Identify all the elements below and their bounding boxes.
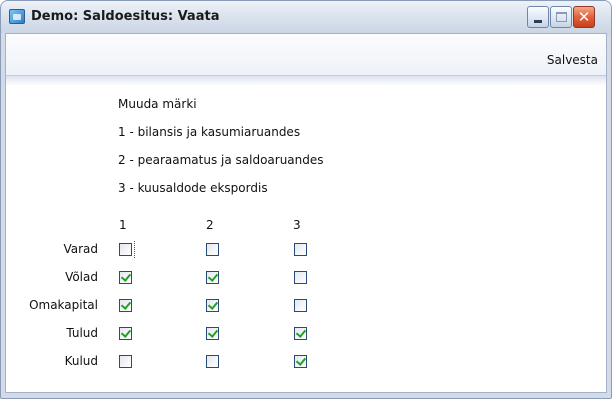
toolbar-divider: [6, 76, 606, 86]
row-label: Omakapital: [29, 298, 98, 312]
checkbox-kulud-1[interactable]: [119, 355, 132, 368]
window-title: Demo: Saldoesitus: Vaata: [31, 9, 220, 24]
toolbar: Salvesta: [6, 34, 606, 76]
checkbox-tulud-3[interactable]: [294, 327, 307, 340]
row-label: Tulud: [66, 326, 98, 340]
row-label: Varad: [63, 242, 98, 256]
save-button[interactable]: Salvesta: [547, 53, 598, 67]
info-line-3: 3 - kuusaldode ekspordis: [118, 181, 268, 195]
client-area: Salvesta Muuda märki 1 - bilansis ja kas…: [5, 33, 607, 393]
app-window: Demo: Saldoesitus: Vaata ✕ Salvesta Muud…: [0, 0, 612, 399]
close-icon: ✕: [577, 8, 591, 26]
column-header-3: 3: [293, 218, 301, 232]
row-label: Kulud: [64, 354, 98, 368]
maximize-icon: [556, 12, 567, 22]
checkbox-varad-1[interactable]: [119, 243, 132, 256]
minimize-icon: [534, 20, 542, 23]
checkbox-võlad-3[interactable]: [294, 271, 307, 284]
checkbox-tulud-2[interactable]: [206, 327, 219, 340]
info-line-1: 1 - bilansis ja kasumiaruandes: [118, 125, 301, 139]
close-button[interactable]: ✕: [573, 6, 595, 28]
checkbox-varad-3[interactable]: [294, 243, 307, 256]
checkbox-omakapital-2[interactable]: [206, 299, 219, 312]
row-label: Võlad: [65, 270, 98, 284]
checkbox-omakapital-1[interactable]: [119, 299, 132, 312]
info-line-2: 2 - pearaamatus ja saldoaruandes: [118, 153, 324, 167]
checkbox-omakapital-3[interactable]: [294, 299, 307, 312]
checkbox-tulud-1[interactable]: [119, 327, 132, 340]
minimize-button[interactable]: [527, 6, 549, 28]
app-window-icon[interactable]: [9, 9, 25, 24]
info-heading: Muuda märki: [118, 97, 197, 111]
column-header-2: 2: [206, 218, 214, 232]
checkbox-võlad-2[interactable]: [206, 271, 219, 284]
checkbox-võlad-1[interactable]: [119, 271, 132, 284]
checkbox-kulud-3[interactable]: [294, 355, 307, 368]
checkbox-kulud-2[interactable]: [206, 355, 219, 368]
column-header-1: 1: [119, 218, 127, 232]
checkbox-varad-2[interactable]: [206, 243, 219, 256]
focus-indicator: [134, 241, 137, 258]
maximize-button[interactable]: [550, 6, 572, 28]
title-bar[interactable]: Demo: Saldoesitus: Vaata ✕: [1, 1, 611, 33]
